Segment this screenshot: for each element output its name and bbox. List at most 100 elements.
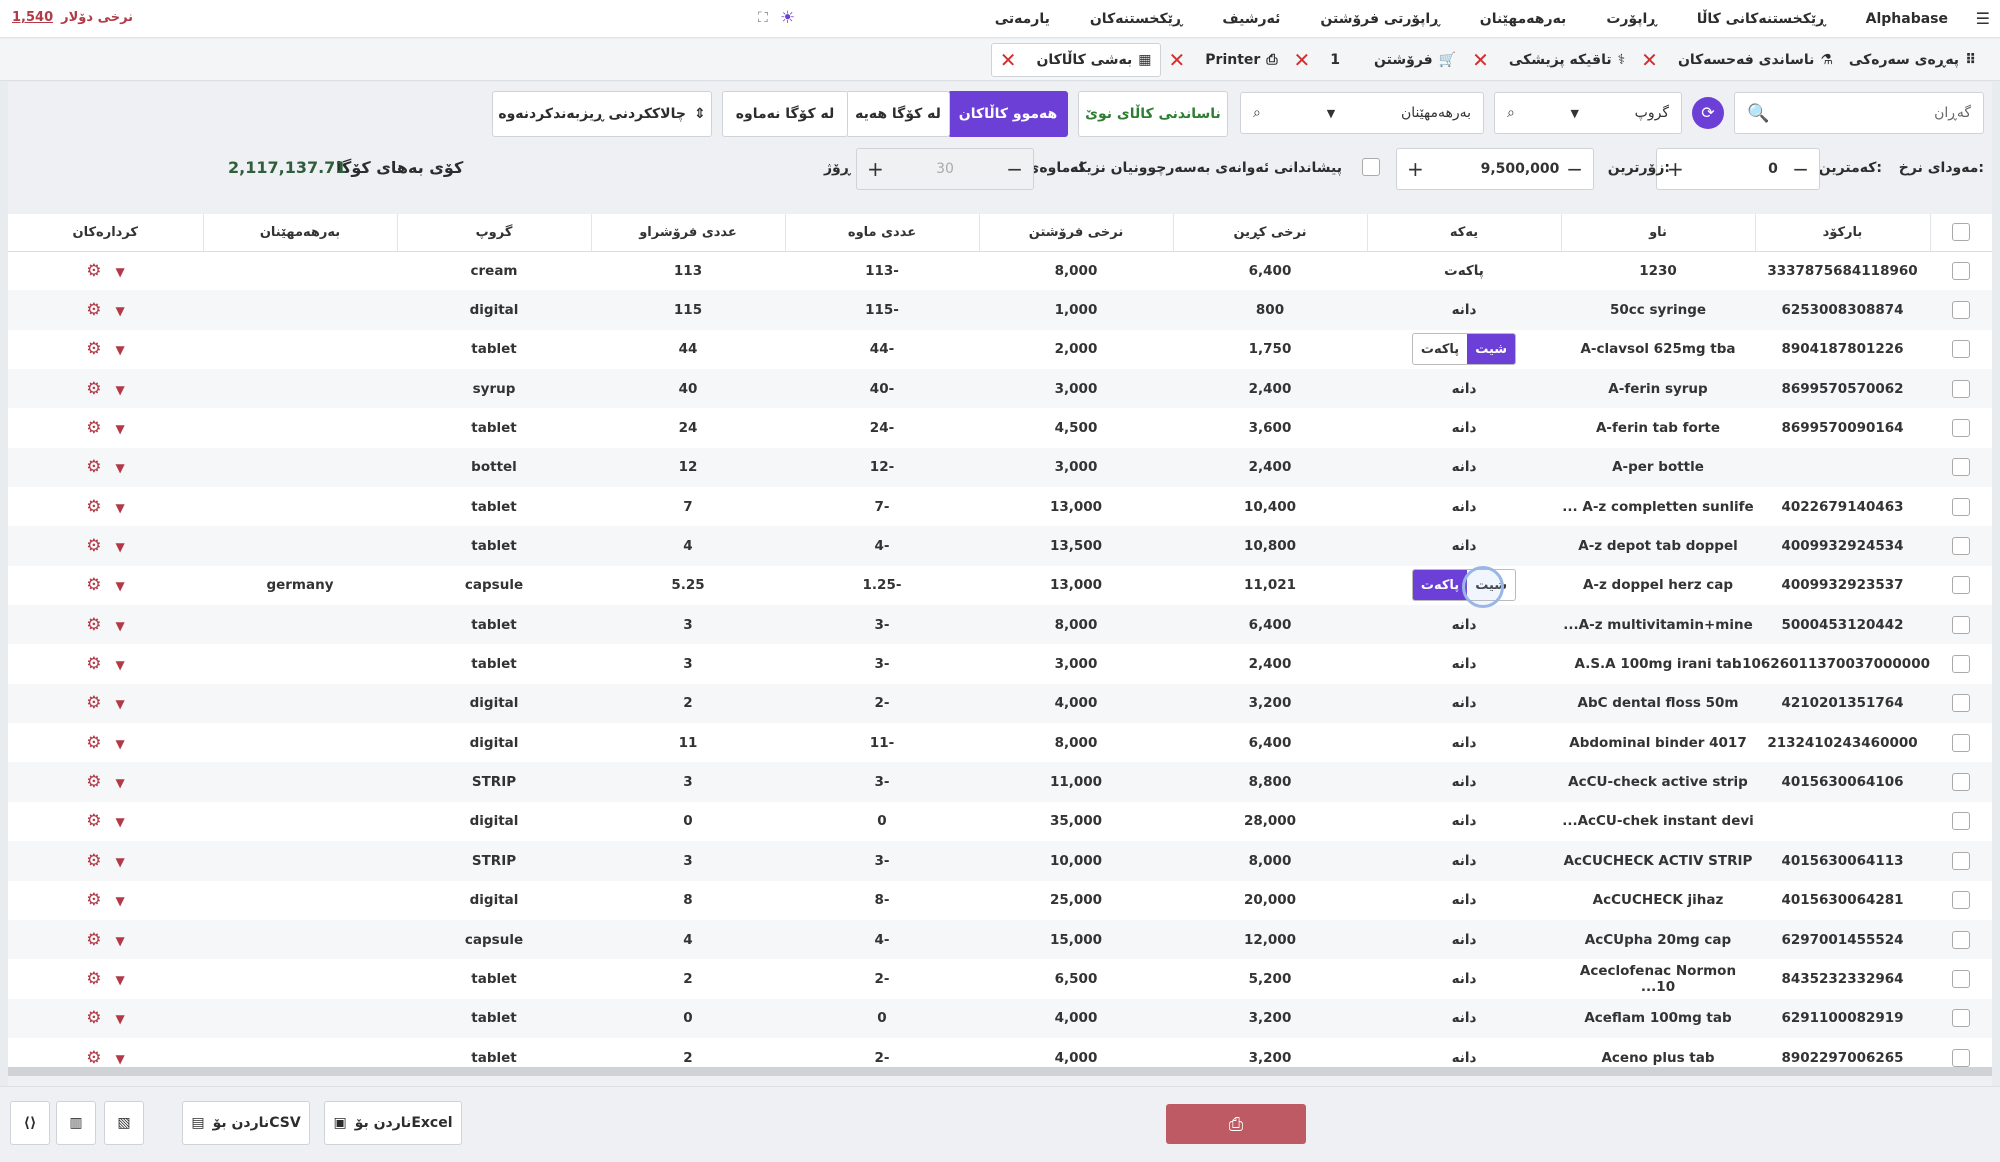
actions-cell[interactable]: ▼⚙ (8, 920, 203, 959)
actions-cell[interactable]: ▼⚙ (8, 526, 203, 565)
close-icon[interactable]: ✕ (1472, 50, 1489, 70)
actions-cell[interactable]: ▼⚙ (8, 251, 203, 290)
theme-toggle-icon[interactable]: ☀ (780, 8, 795, 28)
chevron-down-icon[interactable]: ▼ (116, 422, 125, 436)
gear-icon[interactable]: ⚙ (86, 339, 101, 359)
chevron-down-icon[interactable]: ▼ (116, 343, 125, 357)
filter-in-stock-button[interactable]: لە کۆگا هەیە (846, 91, 950, 137)
actions-cell[interactable]: ▼⚙ (8, 644, 203, 683)
actions-cell[interactable]: ▼⚙ (8, 723, 203, 762)
select-cell[interactable] (1930, 881, 1992, 920)
table-row[interactable]: 4015630064113 AcCUCHECK ACTIV STRIP دانە 8,… (8, 841, 1992, 881)
row-checkbox[interactable] (1952, 891, 1970, 910)
column-header[interactable]: ناو (1561, 214, 1756, 252)
refresh-button[interactable]: ⟳ (1692, 97, 1724, 129)
row-checkbox[interactable] (1952, 340, 1970, 359)
export-csv-button[interactable]: ▤ ناردن بۆCSV (182, 1101, 310, 1145)
select-cell[interactable] (1930, 684, 1992, 723)
table-row[interactable]: 8904187801226 A-clavsol 625mg tba شیت پاکەت… (8, 330, 1992, 369)
gear-icon[interactable]: ⚙ (86, 497, 101, 517)
row-checkbox[interactable] (1952, 615, 1970, 634)
actions-cell[interactable]: ▼⚙ (8, 959, 203, 998)
nav-item[interactable]: بەرهەمهێنان (1480, 11, 1567, 27)
chevron-down-icon[interactable]: ▼ (116, 461, 125, 475)
chevron-down-icon[interactable]: ▼ (116, 1012, 125, 1026)
actions-cell[interactable]: ▼⚙ (8, 605, 203, 644)
print-button[interactable]: ⎙ (1166, 1104, 1306, 1144)
chevron-down-icon[interactable]: ▼ (116, 265, 125, 279)
tab-printer[interactable]: ⎙ Printer ✕ (1161, 43, 1286, 77)
select-cell[interactable] (1930, 526, 1992, 565)
dollar-rate[interactable]: 1,540 نرخی دۆلار (12, 10, 133, 25)
tab-products[interactable]: ▦ بەشی کاڵاکان ✕ (990, 43, 1161, 77)
close-icon[interactable]: ✕ (1641, 50, 1658, 70)
row-checkbox[interactable] (1952, 969, 1970, 988)
min-stepper[interactable]: + 0 − (1656, 148, 1820, 190)
brand-logo[interactable]: Alphabase (1866, 11, 1948, 27)
table-row[interactable]: 10626011370037000000... A.S.A 100mg irani… (8, 644, 1992, 683)
gear-icon[interactable]: ⚙ (86, 811, 101, 831)
gear-icon[interactable]: ⚙ (86, 851, 101, 871)
gear-icon[interactable]: ⚙ (86, 733, 101, 753)
chevron-down-icon[interactable]: ▼ (116, 776, 125, 790)
table-row[interactable]: 4015630064281 AcCUCHECK jihaz دانە 20,000 25… (8, 881, 1992, 920)
chevron-down-icon[interactable]: ▼ (116, 697, 125, 711)
select-cell[interactable] (1930, 408, 1992, 447)
chevron-down-icon[interactable]: ▼ (116, 304, 125, 318)
unit-toggle[interactable]: شیت پاکەت (1411, 333, 1517, 366)
maker-select[interactable]: ⌕ ▼ بەرهەمهێنان (1240, 92, 1484, 134)
table-row[interactable]: 4009932923537 A-z doppel herz cap شیت پاکەت… (8, 566, 1992, 605)
column-header[interactable]: یەکە (1367, 214, 1562, 252)
row-checkbox[interactable] (1952, 379, 1970, 398)
close-icon[interactable]: ✕ (1169, 50, 1186, 70)
table-row[interactable]: 5000453120442 A-z multivitamin+mine... دان… (8, 605, 1992, 645)
row-checkbox[interactable] (1952, 301, 1970, 320)
column-header[interactable]: نرخی کڕین (1173, 214, 1368, 252)
select-cell[interactable] (1930, 999, 1992, 1038)
plus-icon[interactable]: + (1407, 157, 1424, 181)
column-header[interactable]: بارکۆد (1755, 214, 1931, 252)
tab-tests[interactable]: ⚗ ناساندی فەحسەکان ✕ (1633, 43, 1841, 77)
search-input[interactable]: 🔍 گەڕان (1734, 92, 1984, 134)
table-row[interactable]: 3337875684118960 1230 پاکەت 6,400 8,000 -113 1… (8, 251, 1992, 290)
actions-cell[interactable]: ▼⚙ (8, 802, 203, 841)
gear-icon[interactable]: ⚙ (86, 772, 101, 792)
select-cell[interactable] (1930, 841, 1992, 880)
nav-item[interactable]: ڕاپۆرت (1606, 11, 1657, 27)
unit-cell[interactable]: شیت پاکەت (1367, 330, 1561, 369)
gear-icon[interactable]: ⚙ (86, 930, 101, 950)
actions-cell[interactable]: ▼⚙ (8, 684, 203, 723)
gear-icon[interactable]: ⚙ (86, 890, 101, 910)
actions-cell[interactable]: ▼⚙ (8, 881, 203, 920)
row-checkbox[interactable] (1952, 733, 1970, 752)
select-cell[interactable] (1930, 920, 1992, 959)
row-checkbox[interactable] (1952, 773, 1970, 792)
filter-all-button[interactable]: هەموو کاڵاکان (948, 91, 1068, 137)
actions-cell[interactable]: ▼⚙ (8, 330, 203, 369)
minus-icon[interactable]: − (1566, 157, 1583, 181)
hamburger-icon[interactable]: ☰ (1976, 9, 1990, 28)
table-row[interactable]: 4015630064106 AcCU-check active strip دانە… (8, 762, 1992, 802)
horizontal-scrollbar[interactable] (8, 1067, 1992, 1076)
gear-icon[interactable]: ⚙ (86, 615, 101, 635)
table-row[interactable]: 4022679140463 A-z completten sunlife ... د… (8, 487, 1992, 526)
row-checkbox[interactable] (1952, 694, 1970, 713)
gear-icon[interactable]: ⚙ (86, 969, 101, 989)
tab-medical-lab[interactable]: ⚕ تاقیکە پزیشکی ✕ (1464, 43, 1633, 77)
row-checkbox[interactable] (1952, 537, 1970, 556)
unit-sheet-option[interactable]: شیت (1467, 334, 1516, 365)
nav-item[interactable]: ڕێکخستنەکان (1090, 11, 1183, 27)
gear-icon[interactable]: ⚙ (86, 536, 101, 556)
select-cell[interactable] (1930, 723, 1992, 762)
table-row[interactable]: 4210201351764 AbC dental floss 50m دانە 3,2… (8, 683, 1992, 724)
row-checkbox[interactable] (1952, 497, 1970, 516)
chevron-down-icon[interactable]: ▼ (116, 579, 125, 593)
gear-icon[interactable]: ⚙ (86, 261, 101, 281)
select-cell[interactable] (1930, 251, 1992, 290)
chevron-down-icon[interactable]: ▼ (116, 855, 125, 869)
gear-icon[interactable]: ⚙ (86, 654, 101, 674)
gear-icon[interactable]: ⚙ (86, 379, 101, 399)
chevron-down-icon[interactable]: ▼ (116, 737, 125, 751)
chevron-down-icon[interactable]: ▼ (116, 619, 125, 633)
actions-cell[interactable]: ▼⚙ (8, 408, 203, 447)
